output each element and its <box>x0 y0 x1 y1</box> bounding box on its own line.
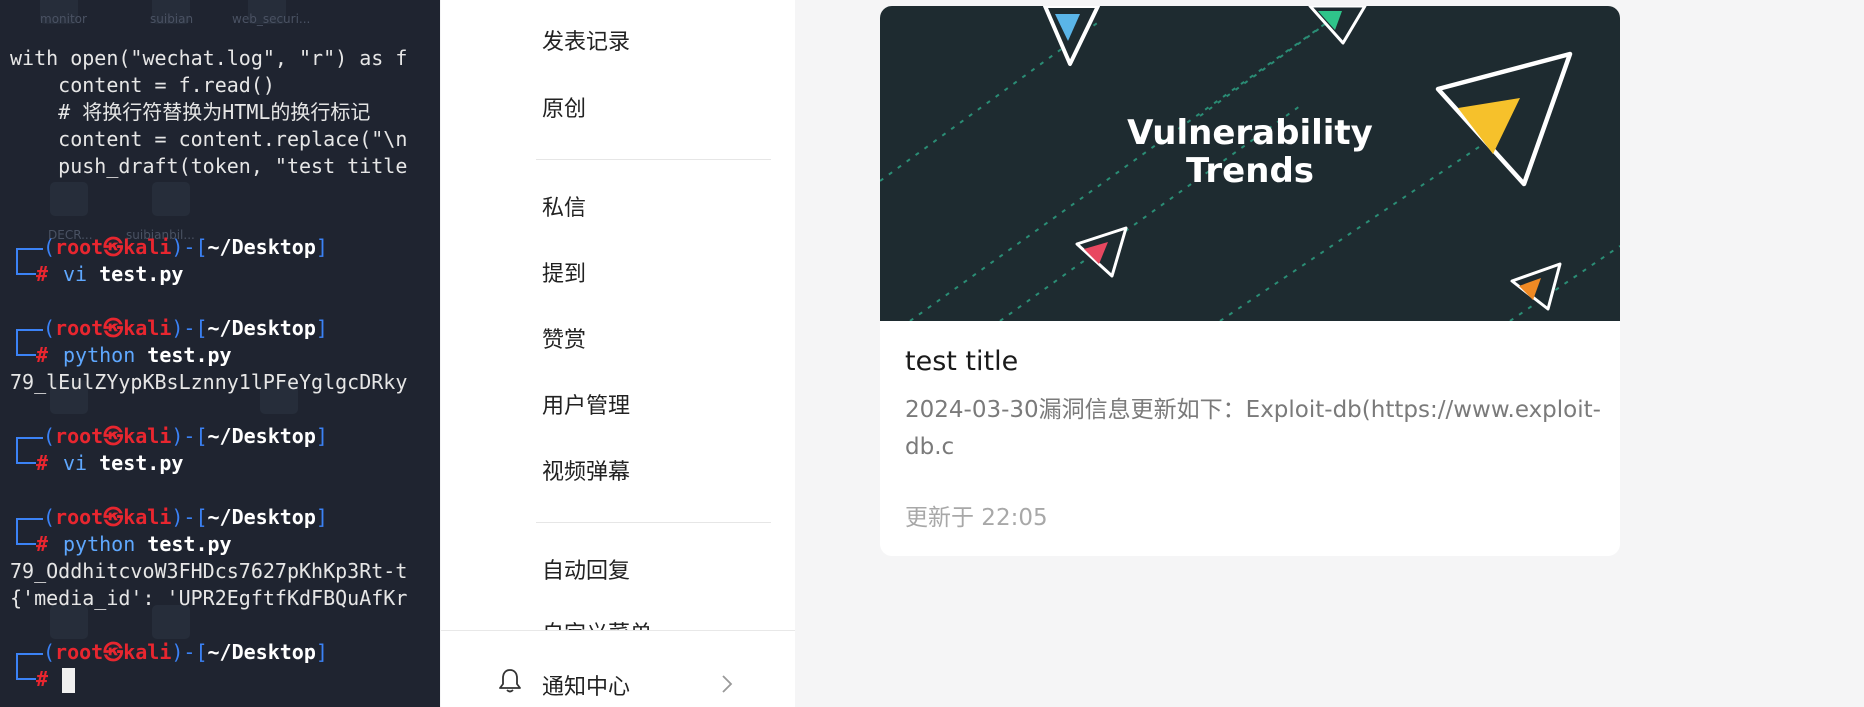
terminal-output: {'media_id': 'UPR2EgftfKdFBQuAfKr <box>10 586 408 610</box>
terminal-output: 79_lEulZYypKBsLznny1lPFeYglgcDRky <box>10 370 408 394</box>
desktop-file-icon <box>50 182 88 216</box>
sidebar-menu: 发表记录 原创 私信 提到 赞赏 用户管理 视频弹幕 自动回复 自定义菜单 通知… <box>441 0 795 707</box>
chevron-right-icon <box>722 675 733 693</box>
banner-title-line: Trends <box>1186 151 1314 191</box>
terminal-prompt: (root㉿kali)-[~/Desktop] <box>43 316 328 340</box>
terminal-code-line: push_draft(token, "test title <box>10 154 408 178</box>
prompt-corner <box>16 531 36 545</box>
terminal-prompt: (root㉿kali)-[~/Desktop] <box>43 640 328 664</box>
desktop-label: monitor <box>40 12 87 26</box>
terminal-code-line: # 将换行符替换为HTML的换行标记 <box>10 100 371 124</box>
notification-center-label: 通知中心 <box>542 675 631 700</box>
terminal-command: vi test.py <box>63 262 184 286</box>
terminal-command: python test.py <box>63 532 232 556</box>
prompt-hash: # <box>36 532 49 556</box>
banner-title-line: Vulnerability <box>1127 113 1373 153</box>
prompt-corner <box>16 329 43 343</box>
menu-item-rewards[interactable]: 赞赏 <box>542 326 586 356</box>
menu-item-original[interactable]: 原创 <box>542 95 586 125</box>
terminal-code-line: with open("wechat.log", "r") as f <box>10 46 408 70</box>
desktop-label: web_securi... <box>232 12 311 26</box>
menu-item-video-danmaku[interactable]: 视频弹幕 <box>542 458 630 488</box>
terminal-cursor[interactable] <box>62 668 75 693</box>
terminal-prompt: (root㉿kali)-[~/Desktop] <box>43 235 328 259</box>
prompt-hash: # <box>36 451 49 475</box>
menu-divider <box>536 522 771 523</box>
terminal-code-line: content = f.read() <box>10 73 275 97</box>
prompt-corner <box>16 248 43 262</box>
prompt-corner <box>16 450 36 464</box>
terminal-prompt: (root㉿kali)-[~/Desktop] <box>43 505 328 529</box>
bell-icon <box>499 669 521 693</box>
article-title: test title <box>905 346 1019 377</box>
article-card[interactable]: Vulnerability Trends test title 2024-03-… <box>880 6 1620 556</box>
terminal-output: 79_OddhitcvoW3FHDcs7627pKhKp3Rt-t <box>10 559 408 583</box>
menu-divider <box>536 159 771 160</box>
prompt-corner <box>16 653 43 667</box>
cover-image: Vulnerability Trends <box>880 6 1620 321</box>
terminal-code-line: content = content.replace("\n <box>10 127 408 151</box>
menu-item-messages[interactable]: 私信 <box>542 194 586 224</box>
prompt-hash: # <box>36 667 49 691</box>
terminal-prompt: (root㉿kali)-[~/Desktop] <box>43 424 328 448</box>
notification-center-button[interactable]: 通知中心 <box>441 630 795 707</box>
prompt-corner <box>16 261 36 275</box>
menu-item-auto-reply[interactable]: 自动回复 <box>542 557 630 587</box>
prompt-hash: # <box>36 262 49 286</box>
menu-item-user-management[interactable]: 用户管理 <box>542 392 630 422</box>
desktop-file-icon <box>152 182 190 216</box>
menu-item-publish-history[interactable]: 发表记录 <box>542 28 630 58</box>
terminal-command: python test.py <box>63 343 232 367</box>
menu-item-mentions[interactable]: 提到 <box>542 260 586 290</box>
article-updated-time: 更新于 22:05 <box>905 505 1048 531</box>
terminal-window[interactable]: monitor suibian web_securi... DECR... su… <box>0 0 440 707</box>
prompt-corner <box>16 342 36 356</box>
prompt-hash: # <box>36 343 49 367</box>
prompt-corner <box>16 437 43 451</box>
terminal-command: vi test.py <box>63 451 184 475</box>
prompt-corner <box>16 666 36 680</box>
article-description: 2024-03-30漏洞信息更新如下：Exploit-db(https://ww… <box>905 397 1601 460</box>
desktop-label: suibian <box>150 12 194 26</box>
prompt-corner <box>16 518 43 532</box>
